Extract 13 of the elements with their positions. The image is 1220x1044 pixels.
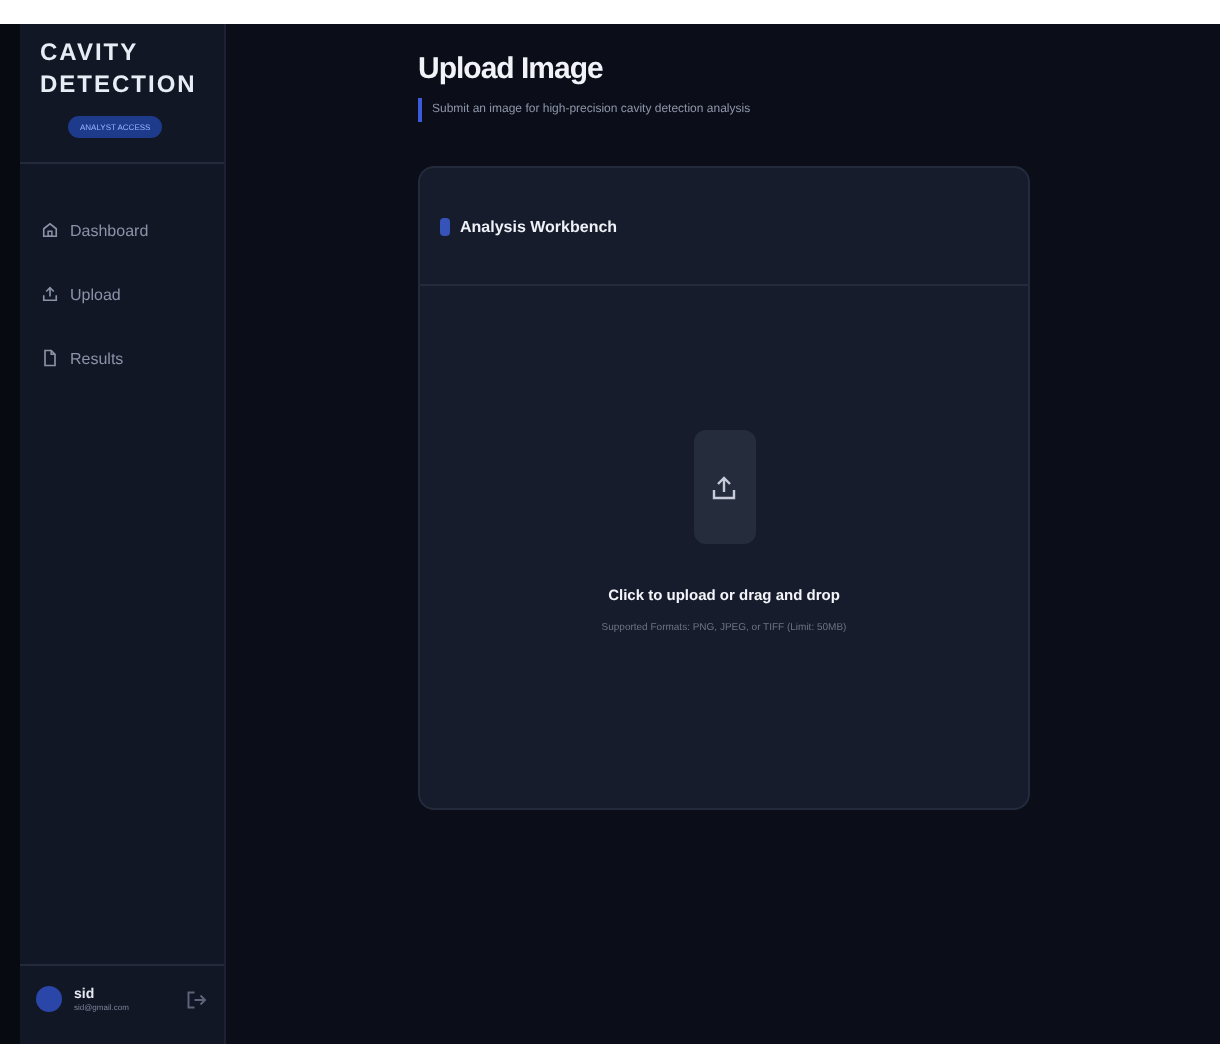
avatar [36,986,62,1012]
document-icon [40,348,60,368]
upload-button[interactable] [693,430,755,544]
home-icon [40,220,60,240]
nav-item[interactable]: Results [40,348,204,368]
upload-icon [40,284,60,304]
card-title: Analysis Workbench [460,217,618,235]
page-title: Upload Image [418,52,605,86]
upload-icon [708,471,740,503]
app-title: CAVITY DETECTION [40,36,199,100]
nav-item[interactable]: Upload [40,284,204,304]
logout-button[interactable] [184,987,208,1011]
nav-item[interactable]: Dashboard [40,220,204,240]
